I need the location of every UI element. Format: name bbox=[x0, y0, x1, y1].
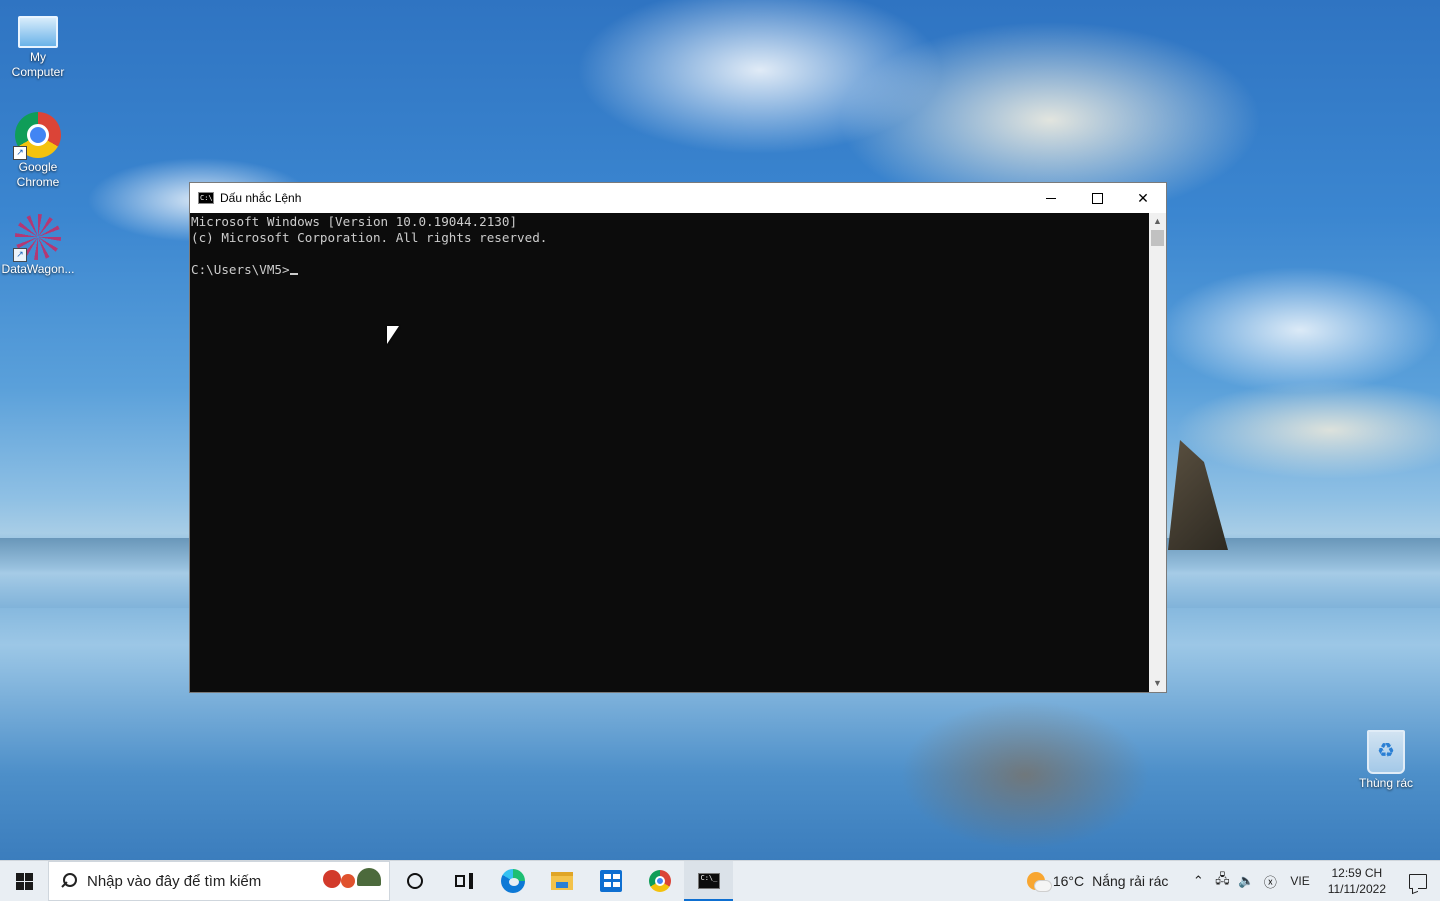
task-view-icon bbox=[454, 873, 473, 889]
computer-icon bbox=[18, 16, 58, 48]
search-placeholder: Nhập vào đây để tìm kiếm bbox=[87, 872, 262, 890]
vertical-scrollbar[interactable]: ▲ ▼ bbox=[1149, 213, 1166, 692]
minimize-button[interactable] bbox=[1028, 183, 1074, 213]
desktop-icon-label: Computer bbox=[11, 65, 65, 79]
volume-icon[interactable]: 🔈 bbox=[1234, 873, 1258, 889]
console-line: Microsoft Windows [Version 10.0.19044.21… bbox=[191, 214, 518, 229]
chevron-up-icon[interactable]: ⌃ bbox=[1186, 873, 1210, 889]
desktop-icon-label: Chrome bbox=[16, 175, 60, 189]
chrome-icon bbox=[648, 870, 671, 892]
desktop-icon-label: Google bbox=[18, 160, 58, 174]
console-prompt-line[interactable]: C:\Users\VM5> bbox=[191, 262, 1149, 278]
file-explorer-icon bbox=[550, 872, 573, 890]
clock-date: 11/11/2022 bbox=[1327, 882, 1386, 896]
cmd-icon: C:\ bbox=[198, 192, 214, 204]
desktop-icon-my-computer[interactable]: My Computer bbox=[0, 8, 76, 80]
search-highlight-art-icon[interactable] bbox=[319, 864, 383, 898]
chrome-icon: ↗ bbox=[13, 112, 61, 160]
cmd-icon: C:\_ bbox=[697, 873, 720, 889]
clock[interactable]: 12:59 CH 11/11/2022 bbox=[1318, 865, 1396, 897]
window-title: Dấu nhắc Lệnh bbox=[220, 191, 302, 205]
action-center-button[interactable] bbox=[1396, 861, 1440, 901]
store-taskbar-button[interactable] bbox=[586, 861, 635, 901]
desktop-icon-label: DataWagon... bbox=[1, 262, 75, 276]
datawagon-icon: ↗ bbox=[13, 214, 61, 262]
close-icon: ✕ bbox=[1137, 189, 1149, 206]
input-language-indicator[interactable]: VIE bbox=[1282, 874, 1317, 888]
scroll-down-arrow-icon[interactable]: ▼ bbox=[1149, 675, 1166, 692]
console-line: (c) Microsoft Corporation. All rights re… bbox=[191, 230, 548, 245]
desktop-icon-google-chrome[interactable]: ↗ Google Chrome bbox=[0, 112, 76, 190]
window-titlebar[interactable]: C:\ Dấu nhắc Lệnh ✕ bbox=[190, 183, 1166, 213]
edge-taskbar-button[interactable] bbox=[488, 861, 537, 901]
search-icon bbox=[61, 873, 77, 889]
close-circle-icon[interactable]: ⓧ bbox=[1258, 872, 1282, 891]
mouse-pointer-icon bbox=[387, 326, 399, 344]
desktop-icon-label: My bbox=[30, 50, 46, 64]
network-icon[interactable]: 🖧 bbox=[1210, 870, 1234, 892]
start-button[interactable] bbox=[0, 861, 48, 901]
weather-description: Nắng rải rác bbox=[1092, 873, 1169, 889]
wallpaper-reflection bbox=[900, 700, 1150, 850]
minimize-icon bbox=[1046, 197, 1056, 199]
cmd-taskbar-button[interactable]: C:\_ bbox=[684, 861, 733, 901]
file-explorer-taskbar-button[interactable] bbox=[537, 861, 586, 901]
shortcut-arrow-icon: ↗ bbox=[13, 248, 27, 262]
system-tray: 16°C Nắng rải rác ⌃ 🖧 🔈 ⓧ VIE 12:59 CH 1… bbox=[1017, 861, 1440, 901]
store-icon bbox=[599, 870, 622, 892]
desktop-icon-recycle-bin[interactable]: ♻ Thùng rác bbox=[1348, 730, 1424, 791]
taskbar-search-box[interactable]: Nhập vào đây để tìm kiếm bbox=[48, 861, 390, 901]
wallpaper-rock bbox=[1168, 440, 1228, 550]
edge-icon bbox=[500, 869, 525, 893]
desktop-icon-datawagon[interactable]: ↗ DataWagon... bbox=[0, 214, 76, 277]
task-view-button[interactable] bbox=[439, 861, 488, 901]
cortana-button[interactable] bbox=[390, 861, 439, 901]
recycle-bin-icon: ♻ bbox=[1367, 730, 1405, 774]
command-prompt-window[interactable]: C:\ Dấu nhắc Lệnh ✕ Microsoft Windows [V… bbox=[189, 182, 1167, 693]
maximize-icon bbox=[1091, 192, 1103, 204]
weather-temperature: 16°C bbox=[1052, 873, 1085, 889]
maximize-button[interactable] bbox=[1074, 183, 1120, 213]
weather-partly-sunny-icon bbox=[1026, 872, 1052, 892]
windows-logo-icon bbox=[15, 872, 33, 890]
desktop-icon-label: Thùng rác bbox=[1358, 776, 1414, 790]
close-button[interactable]: ✕ bbox=[1120, 183, 1166, 213]
clock-time: 12:59 CH bbox=[1331, 866, 1383, 880]
weather-widget[interactable]: 16°C Nắng rải rác bbox=[1017, 872, 1187, 892]
console-prompt: C:\Users\VM5> bbox=[191, 262, 290, 277]
cortana-icon bbox=[406, 873, 423, 889]
console-output[interactable]: Microsoft Windows [Version 10.0.19044.21… bbox=[190, 213, 1149, 692]
chrome-taskbar-button[interactable] bbox=[635, 861, 684, 901]
taskbar: Nhập vào đây để tìm kiếm C:\_ 16°C Nắng … bbox=[0, 860, 1440, 901]
text-cursor bbox=[289, 273, 298, 275]
scrollbar-thumb[interactable] bbox=[1151, 230, 1164, 246]
notification-icon bbox=[1409, 873, 1427, 889]
shortcut-arrow-icon: ↗ bbox=[13, 146, 27, 160]
scroll-up-arrow-icon[interactable]: ▲ bbox=[1149, 213, 1166, 230]
